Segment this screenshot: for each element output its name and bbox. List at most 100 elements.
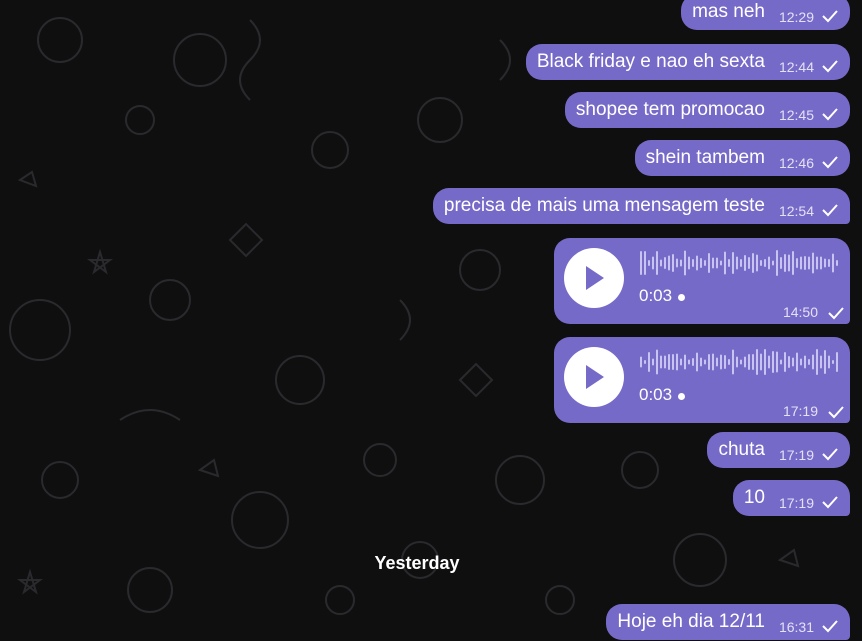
message-text: shopee tem promocao bbox=[575, 99, 765, 120]
waveform-bar bbox=[756, 254, 758, 272]
waveform-bar bbox=[744, 255, 746, 271]
waveform-bar bbox=[836, 352, 838, 372]
check-icon bbox=[822, 204, 838, 217]
waveform[interactable] bbox=[640, 347, 840, 377]
waveform-bar bbox=[668, 354, 670, 370]
waveform-bar bbox=[808, 256, 810, 270]
waveform-bar bbox=[668, 255, 670, 271]
waveform-bar bbox=[792, 357, 794, 367]
waveform-bar bbox=[752, 253, 754, 273]
waveform[interactable] bbox=[640, 248, 840, 278]
check-icon bbox=[828, 406, 844, 419]
check-icon bbox=[828, 307, 844, 320]
waveform-bar bbox=[772, 260, 774, 266]
waveform-bar bbox=[808, 359, 810, 365]
waveform-bar bbox=[776, 250, 778, 276]
waveform-bar bbox=[656, 251, 658, 275]
waveform-bar bbox=[768, 355, 770, 369]
message-time: 12:54 bbox=[778, 202, 814, 219]
waveform-bar bbox=[672, 254, 674, 272]
waveform-bar bbox=[748, 354, 750, 370]
message-bubble[interactable]: 10 17:19 bbox=[732, 480, 850, 516]
waveform-bar bbox=[792, 251, 794, 275]
message-bubble[interactable]: Black friday e nao eh sexta 12:44 bbox=[525, 44, 850, 80]
check-icon bbox=[822, 448, 838, 461]
waveform-bar bbox=[680, 358, 682, 366]
message-time: 16:31 bbox=[778, 618, 814, 635]
voice-message[interactable]: 0:03 17:19 bbox=[554, 337, 850, 423]
waveform-bar bbox=[676, 353, 678, 371]
check-icon bbox=[822, 620, 838, 633]
waveform-bar bbox=[660, 259, 662, 267]
waveform-bar bbox=[656, 349, 658, 375]
waveform-bar bbox=[816, 256, 818, 270]
waveform-bar bbox=[820, 355, 822, 369]
waveform-bar bbox=[648, 260, 650, 266]
waveform-bar bbox=[640, 356, 642, 368]
message-text: shein tambem bbox=[645, 147, 765, 168]
waveform-bar bbox=[752, 354, 754, 370]
date-separator: Yesterday bbox=[374, 553, 460, 573]
waveform-bar bbox=[712, 353, 714, 371]
message-bubble[interactable]: mas neh 12:29 bbox=[681, 0, 850, 30]
waveform-bar bbox=[720, 260, 722, 266]
waveform-bar bbox=[812, 354, 814, 370]
waveform-bar bbox=[740, 359, 742, 365]
message-bubble[interactable]: precisa de mais uma mensagem teste 12:54 bbox=[432, 188, 850, 224]
play-button[interactable] bbox=[564, 248, 624, 308]
message-bubble[interactable]: shopee tem promocao 12:45 bbox=[564, 92, 850, 128]
waveform-bar bbox=[644, 251, 646, 275]
message-bubble[interactable]: Hoje eh dia 12/11 16:31 bbox=[606, 604, 850, 640]
message-time: 12:45 bbox=[778, 106, 814, 123]
check-icon bbox=[822, 10, 838, 23]
waveform-bar bbox=[824, 258, 826, 268]
message-bubble[interactable]: chuta 17:19 bbox=[707, 432, 850, 468]
waveform-bar bbox=[760, 353, 762, 371]
play-button[interactable] bbox=[564, 347, 624, 407]
waveform-bar bbox=[732, 252, 734, 274]
waveform-bar bbox=[824, 350, 826, 374]
play-icon bbox=[586, 266, 604, 290]
voice-duration: 0:03 bbox=[639, 385, 686, 405]
message-time: 17:19 bbox=[778, 446, 814, 463]
waveform-bar bbox=[832, 360, 834, 364]
message-time: 12:29 bbox=[778, 8, 814, 25]
voice-duration: 0:03 bbox=[639, 286, 686, 306]
waveform-bar bbox=[784, 254, 786, 272]
waveform-bar bbox=[820, 256, 822, 270]
waveform-bar bbox=[708, 354, 710, 370]
message-time: 12:46 bbox=[778, 154, 814, 171]
waveform-bar bbox=[660, 355, 662, 369]
waveform-bar bbox=[712, 257, 714, 269]
waveform-bar bbox=[744, 356, 746, 368]
waveform-bar bbox=[696, 255, 698, 271]
waveform-bar bbox=[676, 258, 678, 268]
waveform-bar bbox=[828, 355, 830, 369]
waveform-bar bbox=[788, 254, 790, 272]
waveform-bar bbox=[728, 259, 730, 267]
waveform-bar bbox=[764, 349, 766, 375]
waveform-bar bbox=[816, 349, 818, 375]
voice-message[interactable]: 0:03 14:50 bbox=[554, 238, 850, 324]
waveform-bar bbox=[800, 256, 802, 270]
message-text: precisa de mais uma mensagem teste bbox=[443, 195, 765, 216]
waveform-bar bbox=[804, 355, 806, 369]
waveform-bar bbox=[716, 357, 718, 367]
waveform-bar bbox=[724, 251, 726, 275]
check-icon bbox=[822, 108, 838, 121]
waveform-bar bbox=[832, 253, 834, 273]
waveform-bar bbox=[772, 351, 774, 373]
waveform-bar bbox=[784, 352, 786, 372]
waveform-bar bbox=[700, 357, 702, 367]
waveform-bar bbox=[688, 256, 690, 270]
waveform-bar bbox=[768, 256, 770, 270]
message-bubble[interactable]: shein tambem 12:46 bbox=[634, 140, 850, 176]
waveform-bar bbox=[812, 252, 814, 274]
check-icon bbox=[822, 60, 838, 73]
waveform-bar bbox=[652, 256, 654, 270]
waveform-bar bbox=[796, 352, 798, 372]
waveform-bar bbox=[748, 257, 750, 269]
message-time: 14:50 bbox=[782, 304, 818, 320]
waveform-bar bbox=[652, 358, 654, 366]
waveform-bar bbox=[684, 250, 686, 276]
